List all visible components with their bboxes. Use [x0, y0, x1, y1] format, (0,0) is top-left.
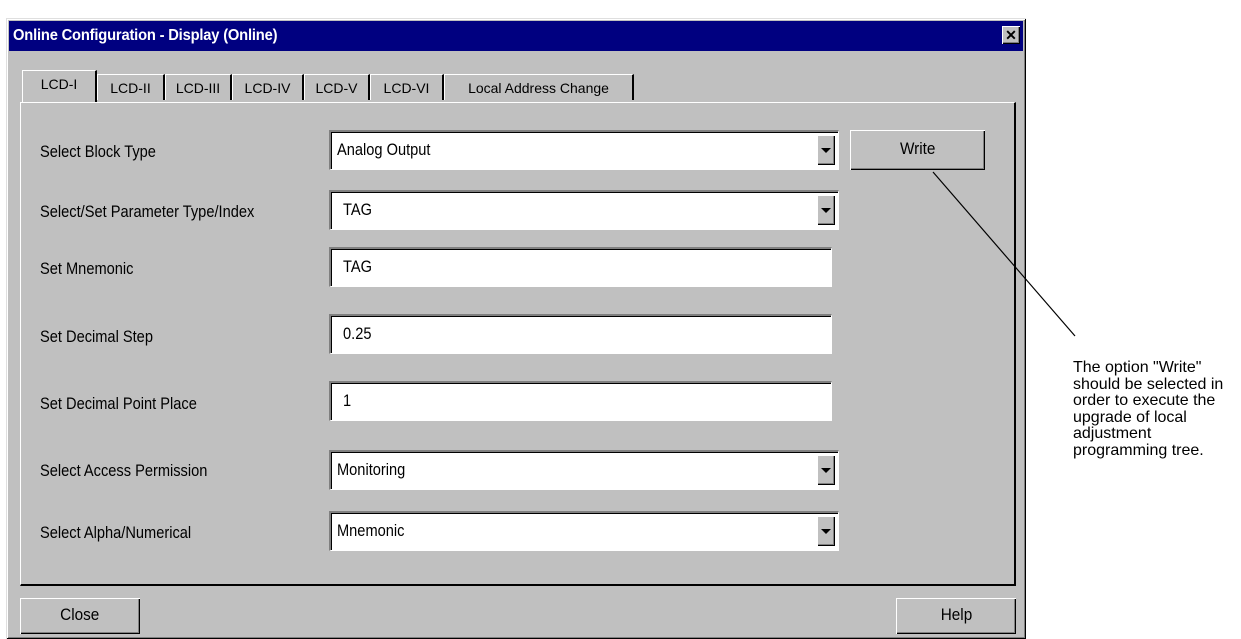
tab-lcd-i[interactable]: LCD-I — [22, 70, 97, 102]
annotation-leader-line — [932, 171, 1076, 337]
annotation-text: The option "Write" should be selected in… — [1073, 359, 1224, 459]
